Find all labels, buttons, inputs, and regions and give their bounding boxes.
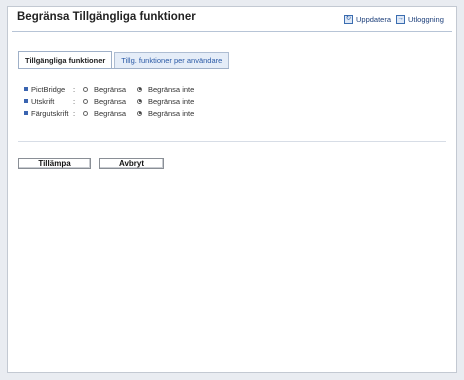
apply-button[interactable]: Tillämpa [18, 158, 91, 169]
section-divider [18, 141, 446, 142]
bullet-icon [24, 99, 28, 103]
option-restrict-label: Begränsa [94, 84, 127, 94]
main-panel: Begränsa Tillgängliga funktioner ↻ Uppda… [7, 6, 457, 373]
option-restrict-label: Begränsa [94, 96, 127, 106]
option-no-restrict[interactable]: Begränsa inte [137, 97, 194, 106]
radio-no-restrict[interactable] [137, 98, 142, 104]
option-no-restrict[interactable]: Begränsa inte [137, 109, 194, 118]
restriction-label: Färgutskrift [31, 108, 69, 118]
tab-available-functions[interactable]: Tillgängliga funktioner [18, 51, 113, 69]
tab-underline [18, 68, 229, 69]
restriction-row-pictbridge: PictBridge : Begränsa Begränsa inte [24, 83, 194, 95]
tab-bar: Tillgängliga funktioner Tillg. funktione… [18, 51, 231, 69]
option-no-restrict-label: Begränsa inte [148, 108, 195, 118]
logout-icon: → [396, 15, 405, 24]
colon: : [73, 108, 76, 118]
cancel-button[interactable]: Avbryt [99, 158, 164, 169]
option-restrict[interactable]: Begränsa [83, 97, 137, 106]
logout-link[interactable]: → Utloggning [396, 15, 444, 24]
radio-restrict[interactable] [83, 110, 88, 116]
logout-label: Utloggning [408, 15, 444, 24]
option-no-restrict-label: Begränsa inte [148, 96, 195, 106]
refresh-link[interactable]: ↻ Uppdatera [344, 15, 391, 24]
bullet-icon [24, 111, 28, 115]
option-restrict[interactable]: Begränsa [83, 109, 137, 118]
option-restrict-label: Begränsa [94, 108, 127, 118]
bullet-icon [24, 87, 28, 91]
restriction-row-print: Utskrift : Begränsa Begränsa inte [24, 95, 194, 107]
option-no-restrict[interactable]: Begränsa inte [137, 85, 194, 94]
refresh-icon: ↻ [344, 15, 353, 24]
restriction-label: PictBridge [31, 84, 66, 94]
colon: : [73, 96, 76, 106]
restriction-label: Utskrift [31, 96, 55, 106]
tab-functions-per-user[interactable]: Tillg. funktioner per användare [114, 52, 230, 69]
radio-no-restrict[interactable] [137, 86, 142, 92]
radio-restrict[interactable] [83, 98, 88, 104]
restriction-list: PictBridge : Begränsa Begränsa inte Utsk… [24, 83, 194, 119]
restriction-row-color-print: Färgutskrift : Begränsa Begränsa inte [24, 107, 194, 119]
page-title: Begränsa Tillgängliga funktioner [17, 11, 196, 23]
radio-restrict[interactable] [83, 86, 88, 92]
radio-no-restrict[interactable] [137, 110, 142, 116]
title-divider [12, 31, 452, 32]
colon: : [73, 84, 76, 94]
option-restrict[interactable]: Begränsa [83, 85, 137, 94]
refresh-label: Uppdatera [356, 15, 392, 24]
option-no-restrict-label: Begränsa inte [148, 84, 195, 94]
